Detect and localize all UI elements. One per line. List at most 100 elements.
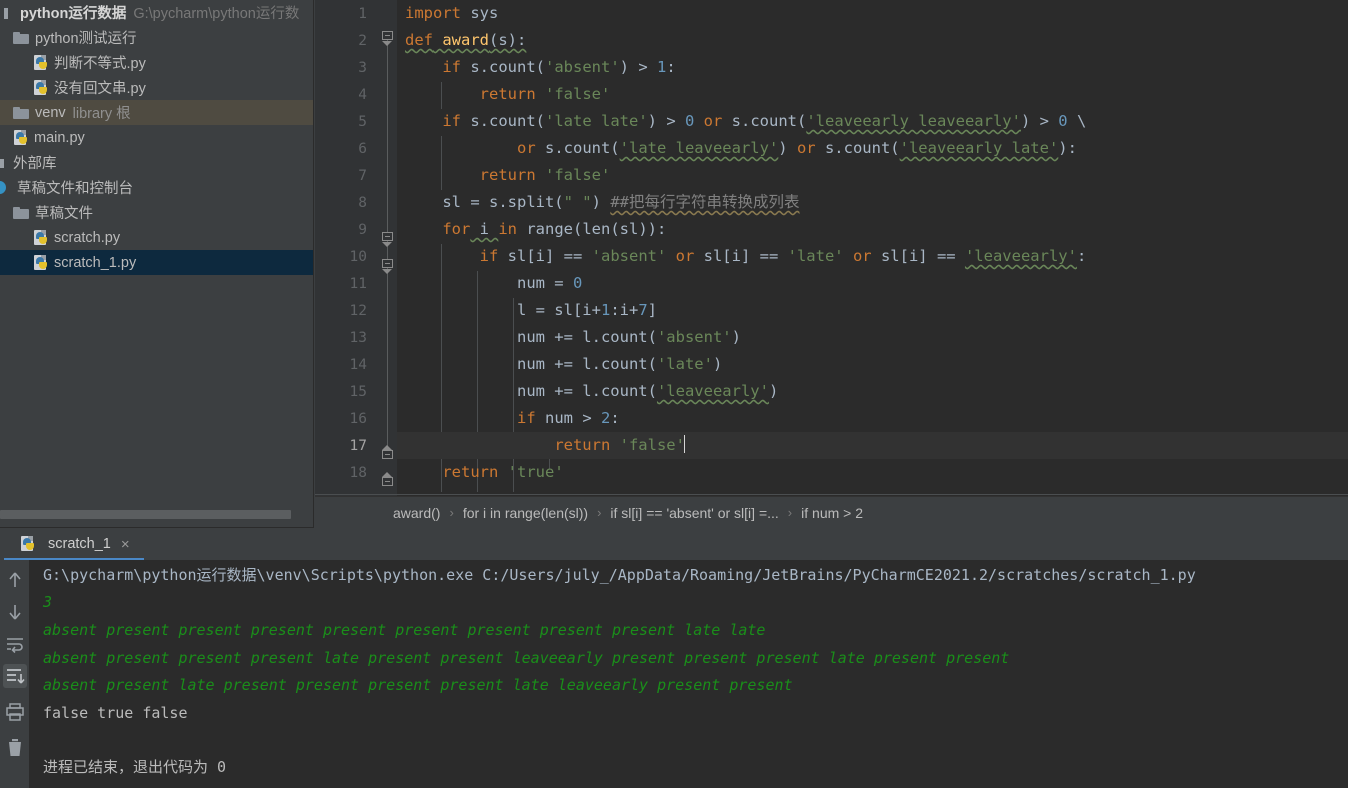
token-string: 'absent' [591, 247, 667, 265]
token-expr: num > [535, 409, 601, 427]
tree-item-panduan-py[interactable]: 判断不等式.py [0, 50, 314, 75]
project-horizontal-scrollbar[interactable] [0, 510, 291, 519]
token-keyword-return: return [554, 436, 611, 454]
fold-collapse-icon-for[interactable] [382, 232, 393, 241]
print-icon[interactable] [3, 700, 27, 724]
token-keyword-or: or [516, 139, 536, 157]
breadcrumb-item-if-sl[interactable]: if sl[i] == 'absent' or sl[i] =... [610, 505, 778, 521]
soft-wrap-icon[interactable] [3, 632, 27, 656]
console-line-result: 3 [43, 593, 53, 611]
fold-arrow-down-icon [382, 269, 392, 274]
console-toolbar[interactable] [0, 560, 30, 788]
tree-item-label: 没有回文串.py [54, 81, 146, 97]
code-line-14[interactable]: num += l.count('late') [397, 351, 1348, 378]
code-line-4[interactable]: return 'false' [397, 81, 1348, 108]
tree-item-label: 草稿文件 [35, 206, 93, 222]
token-keyword-or: or [787, 139, 816, 157]
console-output-area[interactable]: G:\pycharm\python运行数据\venv\Scripts\pytho… [30, 560, 1348, 788]
code-line-13[interactable]: num += l.count('absent') [397, 324, 1348, 351]
token-expr: num += l.count( [405, 382, 657, 400]
token-number: 7 [638, 301, 648, 319]
tree-item-label: python测试运行 [35, 31, 137, 47]
code-line-3[interactable]: if s.count('absent') > 1: [397, 54, 1348, 81]
code-line-15[interactable]: num += l.count('leaveearly') [397, 378, 1348, 405]
token-string: 'false' [610, 436, 685, 454]
tree-item-main-py[interactable]: main.py [0, 125, 314, 150]
code-line-17[interactable]: return 'false' [397, 432, 1348, 459]
folder-icon [13, 106, 30, 120]
code-line-9[interactable]: for i in range(len(sl)): [397, 216, 1348, 243]
python-file-icon [33, 79, 49, 96]
fold-collapse-icon-if[interactable] [382, 259, 393, 268]
console-line-data: absent present present present present p… [43, 621, 766, 639]
token-expr: sl[i] == [694, 247, 788, 265]
fold-region-line [387, 40, 388, 456]
breadcrumb[interactable]: award() › for i in range(len(sl)) › if s… [315, 496, 1348, 528]
breadcrumb-item-for[interactable]: for i in range(len(sl)) [463, 505, 588, 521]
code-line-11[interactable]: num = 0 [397, 270, 1348, 297]
code-line-10[interactable]: if sl[i] == 'absent' or sl[i] == 'late' … [397, 243, 1348, 270]
tree-item-scratch-1-py[interactable]: scratch_1.py [0, 250, 314, 275]
token-number: 0 [1058, 112, 1068, 130]
tree-item-scratches-folder[interactable]: 草稿文件 [0, 200, 314, 225]
console-tab-scratch-1[interactable]: scratch_1 × [12, 528, 140, 560]
console-line-answer: false true false [43, 704, 188, 722]
tree-item-venv[interactable]: venv library 根 [0, 100, 314, 125]
tree-item-scratches-and-consoles[interactable]: 草稿文件和控制台 [0, 175, 314, 200]
scroll-to-end-icon[interactable] [3, 664, 27, 688]
tree-item-path: G:\pycharm\python运行数 [133, 6, 300, 22]
breadcrumb-item-if-num[interactable]: if num > 2 [801, 505, 863, 521]
token-string-typo: 'leaveearly' [656, 382, 769, 400]
scroll-down-icon[interactable] [3, 600, 27, 624]
tree-item-external-libraries[interactable]: 外部库 [0, 150, 314, 175]
token-keyword-if: if [516, 409, 536, 427]
code-text-area[interactable]: import sys def award(s): if s.count('abs… [397, 0, 1348, 496]
text-caret [683, 435, 685, 453]
chevron-right-icon: › [597, 505, 602, 520]
token-number: 0 [572, 274, 583, 292]
tree-item-scratch-py[interactable]: scratch.py [0, 225, 314, 250]
code-line-2[interactable]: def award(s): [397, 27, 1348, 54]
python-file-icon [33, 254, 49, 271]
fold-end-icon[interactable] [382, 477, 393, 486]
token-string-typo: 'late leaveearly' [619, 139, 779, 157]
breadcrumb-item-award[interactable]: award() [393, 505, 440, 521]
token-expr: :i+ [610, 301, 639, 319]
editor-gutter[interactable]: 1 2 3 4 5 6 7 8 9 10 11 12 13 14 15 16 1… [315, 0, 397, 496]
token-expr: s.count( [461, 58, 545, 76]
code-line-18[interactable]: return 'true' [397, 459, 1348, 486]
console-line-data: absent present present present late pres… [43, 649, 1010, 667]
tree-item-python-tests-folder[interactable]: python测试运行 [0, 25, 314, 50]
code-line-6[interactable]: or s.count('late leaveearly') or s.count… [397, 135, 1348, 162]
tree-item-project-root[interactable]: python运行数据 G:\pycharm\python运行数 [0, 0, 314, 25]
code-line-16[interactable]: if num > 2: [397, 405, 1348, 432]
token-comment: ##把每行字符串转换成列表 [610, 193, 800, 211]
code-line-12[interactable]: l = sl[i+1:i+7] [397, 297, 1348, 324]
code-editor[interactable]: 1 2 3 4 5 6 7 8 9 10 11 12 13 14 15 16 1… [315, 0, 1348, 528]
token-keyword-if: if [442, 58, 461, 76]
tree-item-label: main.py [34, 129, 85, 146]
tree-item-meiyou-py[interactable]: 没有回文串.py [0, 75, 314, 100]
close-icon[interactable]: × [121, 536, 130, 553]
token-expr: ) [731, 328, 741, 346]
project-tool-window[interactable]: python运行数据 G:\pycharm\python运行数 python测试… [0, 0, 314, 528]
code-line-1[interactable]: import sys [397, 0, 1348, 27]
line-number: 4 [358, 87, 367, 103]
token-assign: num = [405, 274, 573, 292]
clear-all-icon[interactable] [3, 736, 27, 760]
panel-vertical-separator[interactable] [313, 0, 314, 528]
code-line-8[interactable]: sl = s.split(" ") ##把每行字符串转换成列表 [397, 189, 1348, 216]
scroll-up-icon[interactable] [3, 568, 27, 592]
code-line-5[interactable]: if s.count('late late') > 0 or s.count('… [397, 108, 1348, 135]
fold-end-icon[interactable] [382, 450, 393, 459]
code-line-7[interactable]: return 'false' [397, 162, 1348, 189]
token-continuation: \ [1067, 112, 1087, 130]
line-number: 10 [349, 249, 367, 265]
fold-collapse-icon-def[interactable] [382, 31, 393, 40]
chevron-right-icon: › [449, 505, 454, 520]
token-colon: : [1076, 247, 1087, 265]
token-colon: : [666, 58, 676, 76]
module-icon [3, 6, 15, 20]
token-keyword-in: in [498, 220, 517, 238]
scrollbar-thumb[interactable] [0, 510, 291, 519]
